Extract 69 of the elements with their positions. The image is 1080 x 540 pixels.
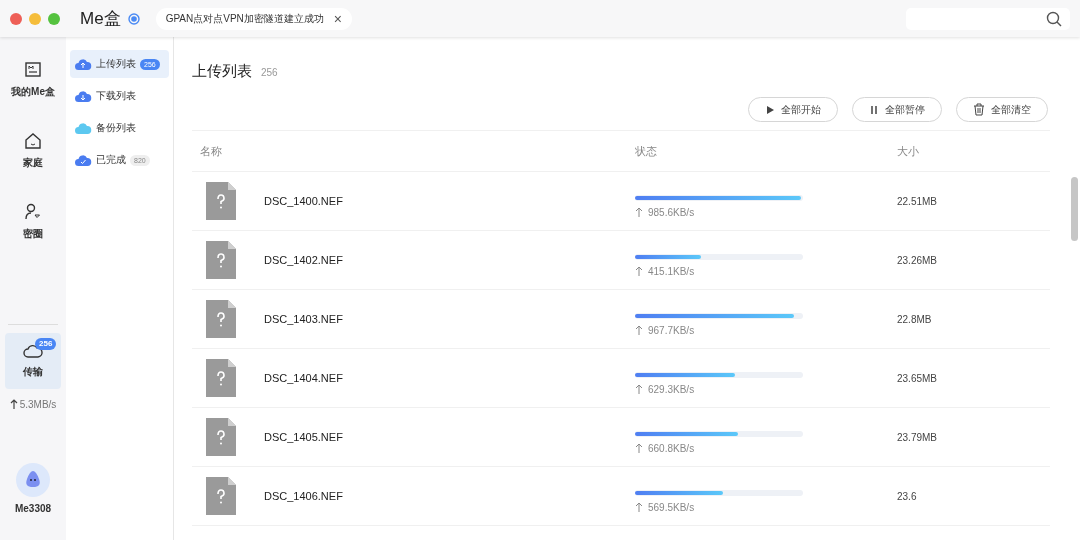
cloud-arrow-icon (74, 89, 92, 103)
file-name: DSC_1403.NEF (264, 313, 343, 325)
close-window-button[interactable] (10, 12, 22, 25)
play-icon (765, 104, 775, 115)
trash-icon (973, 103, 985, 116)
action-button[interactable]: 全部暂停 (852, 97, 942, 122)
file-name: DSC_1406.NEF (264, 490, 343, 502)
column-header: 状态 (635, 143, 658, 159)
list-item[interactable]: 备份列表 (70, 114, 169, 142)
transfer-speed: 415.1KB/s (648, 265, 695, 277)
transfer-tab[interactable]: 256 传输 (5, 332, 61, 389)
rail-item[interactable]: 密圈 (5, 199, 61, 245)
file-size: 23.79MB (897, 431, 939, 443)
app-title: Me盒 (80, 8, 121, 30)
item-count: 256 (261, 67, 278, 78)
transfer-speed: 569.5KB/s (648, 501, 695, 513)
up-arrow-icon (635, 502, 643, 512)
file-name: DSC_1405.NEF (264, 431, 343, 443)
pause-icon (869, 104, 879, 115)
up-arrow-icon (635, 443, 643, 453)
list-item[interactable]: 下载列表 (70, 82, 169, 110)
unknown-file-icon (206, 359, 236, 397)
cloud-icon (74, 121, 92, 135)
scrollbar-thumb[interactable] (1071, 177, 1078, 241)
up-arrow-icon (635, 325, 643, 335)
transfer-speed: 660.8KB/s (648, 442, 695, 454)
column-header: 大小 (897, 143, 920, 159)
transfer-speed: 629.3KB/s (648, 383, 695, 395)
person-heart-icon (24, 203, 42, 221)
transfer-speed: 967.7KB/s (648, 324, 695, 336)
unknown-file-icon (206, 241, 236, 279)
action-button[interactable]: 全部开始 (748, 97, 838, 122)
user-name: Me3308 (14, 503, 52, 514)
framed-box-icon (24, 61, 42, 79)
minimize-window-button[interactable] (29, 12, 41, 25)
action-button[interactable]: 全部清空 (956, 97, 1048, 122)
up-arrow-icon (9, 399, 18, 409)
search-field[interactable] (906, 7, 1070, 30)
transfer-speed: 985.6KB/s (648, 206, 695, 218)
cloud-arrow-icon (74, 153, 92, 167)
file-size: 23.6 (897, 490, 918, 502)
file-name: DSC_1400.NEF (264, 195, 343, 207)
unknown-file-icon (206, 477, 236, 515)
count-badge: 256 (35, 337, 57, 350)
unknown-file-icon (206, 418, 236, 456)
status-ring-icon (127, 12, 140, 25)
close-button[interactable]: × (333, 11, 342, 26)
unknown-file-icon (206, 182, 236, 220)
file-size: 23.26MB (897, 254, 939, 266)
page-title: 上传列表 (192, 62, 252, 81)
file-name: DSC_1402.NEF (264, 254, 343, 266)
rail-item[interactable]: 我的Me盒 (5, 57, 61, 103)
file-size: 22.8MB (897, 313, 933, 325)
up-arrow-icon (635, 266, 643, 276)
notification-text: GPAN点对点VPN加密隧道建立成功 (165, 11, 324, 26)
home-icon (24, 132, 42, 150)
cloud-arrow-icon (74, 57, 92, 71)
unknown-file-icon (206, 300, 236, 338)
up-arrow-icon (635, 384, 643, 394)
upload-speed: 5.3MB/s (19, 398, 57, 410)
file-size: 22.51MB (897, 195, 939, 207)
search-icon (1046, 10, 1062, 27)
column-header: 名称 (199, 143, 223, 159)
file-size: 23.65MB (897, 372, 939, 384)
rail-item[interactable]: 家庭 (5, 128, 61, 174)
up-arrow-icon (635, 207, 643, 217)
zoom-window-button[interactable] (48, 12, 60, 25)
avatar-icon[interactable] (16, 463, 50, 497)
file-name: DSC_1404.NEF (264, 372, 343, 384)
